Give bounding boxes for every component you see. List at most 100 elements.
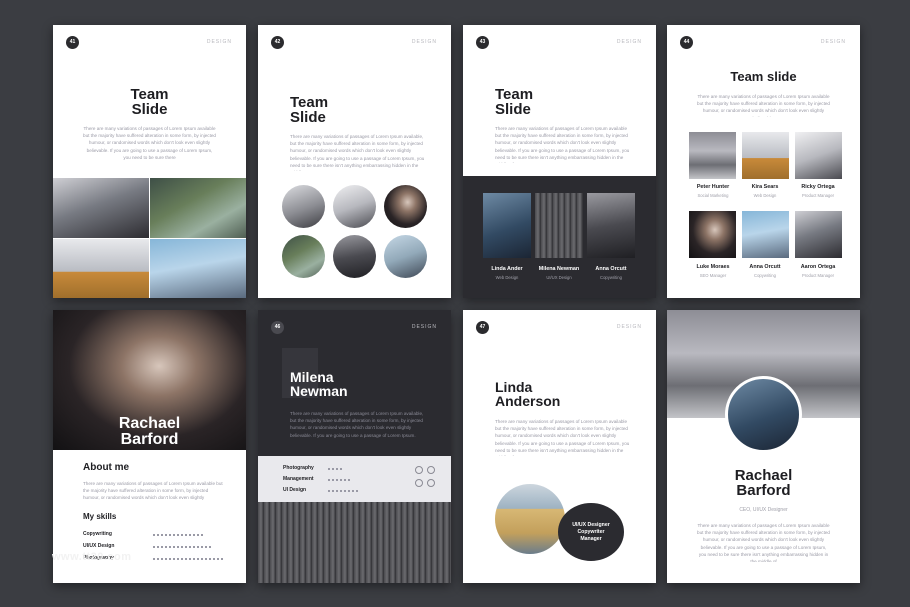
slide-41: 41 DESIGN Team Slide There are many vari… [53, 25, 246, 298]
team-avatar-5 [333, 235, 376, 278]
page-number: 47 [476, 321, 489, 334]
skill-label-3: UI Design [283, 487, 307, 493]
photo-hood-snow [53, 239, 149, 298]
slide-46: 46 DESIGN Milena Newman There are many v… [258, 310, 451, 583]
slide-paragraph: There are many variations of passages of… [290, 134, 425, 171]
skill-bar-1 [328, 468, 342, 470]
slide-47: 47 DESIGN Linda Anderson There are many … [463, 310, 656, 583]
page-number: 46 [271, 321, 284, 334]
skills-heading: My skills [83, 512, 117, 521]
page-number: 43 [476, 36, 489, 49]
skill-bar-2 [153, 546, 213, 548]
member-role-4: SEO Manager [699, 273, 727, 278]
member-role-3: Product Manager [801, 193, 835, 198]
about-paragraph: There are many variations of passages of… [83, 481, 223, 501]
team-avatar-1 [282, 185, 325, 228]
brand-label: DESIGN [820, 39, 846, 45]
member-role-2: Web Design [753, 193, 777, 198]
brand-label: DESIGN [616, 39, 642, 45]
mail-icon[interactable] [427, 479, 435, 487]
skill-bar-1 [153, 534, 203, 536]
name-line-1: Linda [495, 379, 533, 395]
team-avatar-3 [384, 185, 427, 228]
member-photo-3 [795, 132, 842, 179]
slide-43: 43 DESIGN Team Slide There are many vari… [463, 25, 656, 298]
instagram-icon[interactable] [415, 466, 423, 474]
profile-name: Rachael Barford [667, 468, 860, 499]
role-badge: UI/UX Designer Copywriter Manager [558, 503, 624, 561]
profile-photo [258, 502, 451, 583]
profile-name: Milena Newman [290, 370, 348, 399]
page-number: 41 [66, 36, 79, 49]
title-line-2: Slide [131, 101, 168, 119]
team-avatar-6 [384, 235, 427, 278]
profile-paragraph: There are many variations of passages of… [290, 411, 424, 438]
member-role-1: Social Marketing [697, 193, 729, 198]
member-name-1: Peter Hunter [696, 184, 730, 190]
member-name-2: Kira Sears [751, 184, 779, 190]
name-line-1: Milena [290, 369, 334, 385]
member-photo-2 [742, 132, 789, 179]
skill-label-2: Management [283, 476, 314, 482]
name-line-2: Barford [120, 431, 179, 449]
member-name-3: Ricky Ortega [801, 184, 835, 190]
skill-bar-3 [328, 490, 360, 492]
member-photo-5 [742, 211, 789, 258]
skill-label-2: UI/UX Design [83, 543, 115, 549]
slide-42: 42 DESIGN Team Slide There are many vari… [258, 25, 451, 298]
brand-label: DESIGN [206, 39, 232, 45]
watermark: www.tt20.com [52, 551, 132, 563]
slide-title: Team Slide [290, 95, 328, 126]
member-name-4: Luke Moraes [696, 264, 730, 270]
photo-woman-sky [150, 239, 246, 298]
team-avatar-2 [333, 185, 376, 228]
member-role-1: Web Design [495, 275, 519, 280]
hero-name: Rachael Barford [53, 415, 246, 449]
member-name-3: Anna Orcutt [595, 266, 627, 272]
team-avatar-4 [282, 235, 325, 278]
member-name-1: Linda Ander [491, 266, 523, 272]
slide-paragraph: There are many variations of passages of… [495, 126, 630, 163]
title-line-1: Team [290, 94, 329, 111]
member-role-3: Copywriting [600, 275, 622, 280]
photo-man-forest [150, 178, 246, 238]
name-line-1: Rachael [734, 467, 793, 484]
brand-label: DESIGN [616, 324, 642, 330]
slide-44: 44 DESIGN Team slide There are many vari… [667, 25, 860, 298]
name-line-2: Anderson [495, 393, 561, 410]
profile-name: Linda Anderson [495, 380, 560, 409]
brand-label: DESIGN [411, 39, 437, 45]
slide-title: Team Slide [53, 87, 246, 118]
profile-photo-circle [725, 376, 802, 453]
skill-bar-3 [153, 558, 223, 560]
title-line-2: Slide [495, 101, 531, 119]
page-number: 42 [271, 36, 284, 49]
member-name-5: Anna Orcutt [749, 264, 781, 270]
name-line-2: Newman [290, 383, 348, 400]
slide-paragraph: There are many variations of passages of… [697, 94, 830, 117]
skill-label-1: Photography [283, 465, 314, 471]
member-photo-6 [795, 211, 842, 258]
member-photo-4 [689, 211, 736, 258]
member-role-6: Product Manager [801, 273, 835, 278]
slide-title: Team Slide [495, 87, 533, 118]
member-photo-3 [587, 193, 635, 258]
member-name-2: Milena Newman [538, 266, 580, 272]
skill-bar-2 [328, 479, 350, 481]
linkedin-icon[interactable] [427, 466, 435, 474]
badge-line-1: UI/UX Designer [572, 522, 610, 528]
slide-title: Team slide [730, 69, 797, 84]
facebook-icon[interactable] [415, 479, 423, 487]
member-photo-1 [483, 193, 531, 258]
name-line-1: Rachael [118, 415, 181, 432]
title-line-2: Slide [290, 109, 326, 127]
member-role-5: Copywriting [754, 273, 776, 278]
member-photo-2 [535, 193, 583, 258]
page-number: 44 [680, 36, 693, 49]
title-line-1: Team [495, 86, 534, 103]
member-role-2: UI/UX Design [546, 275, 572, 280]
profile-paragraph: There are many variations of passages of… [697, 523, 830, 562]
profile-photo-circle [495, 484, 565, 554]
member-name-6: Aaron Ortega [800, 264, 836, 270]
profile-role: CEO, UI/UX Designer [739, 507, 788, 513]
